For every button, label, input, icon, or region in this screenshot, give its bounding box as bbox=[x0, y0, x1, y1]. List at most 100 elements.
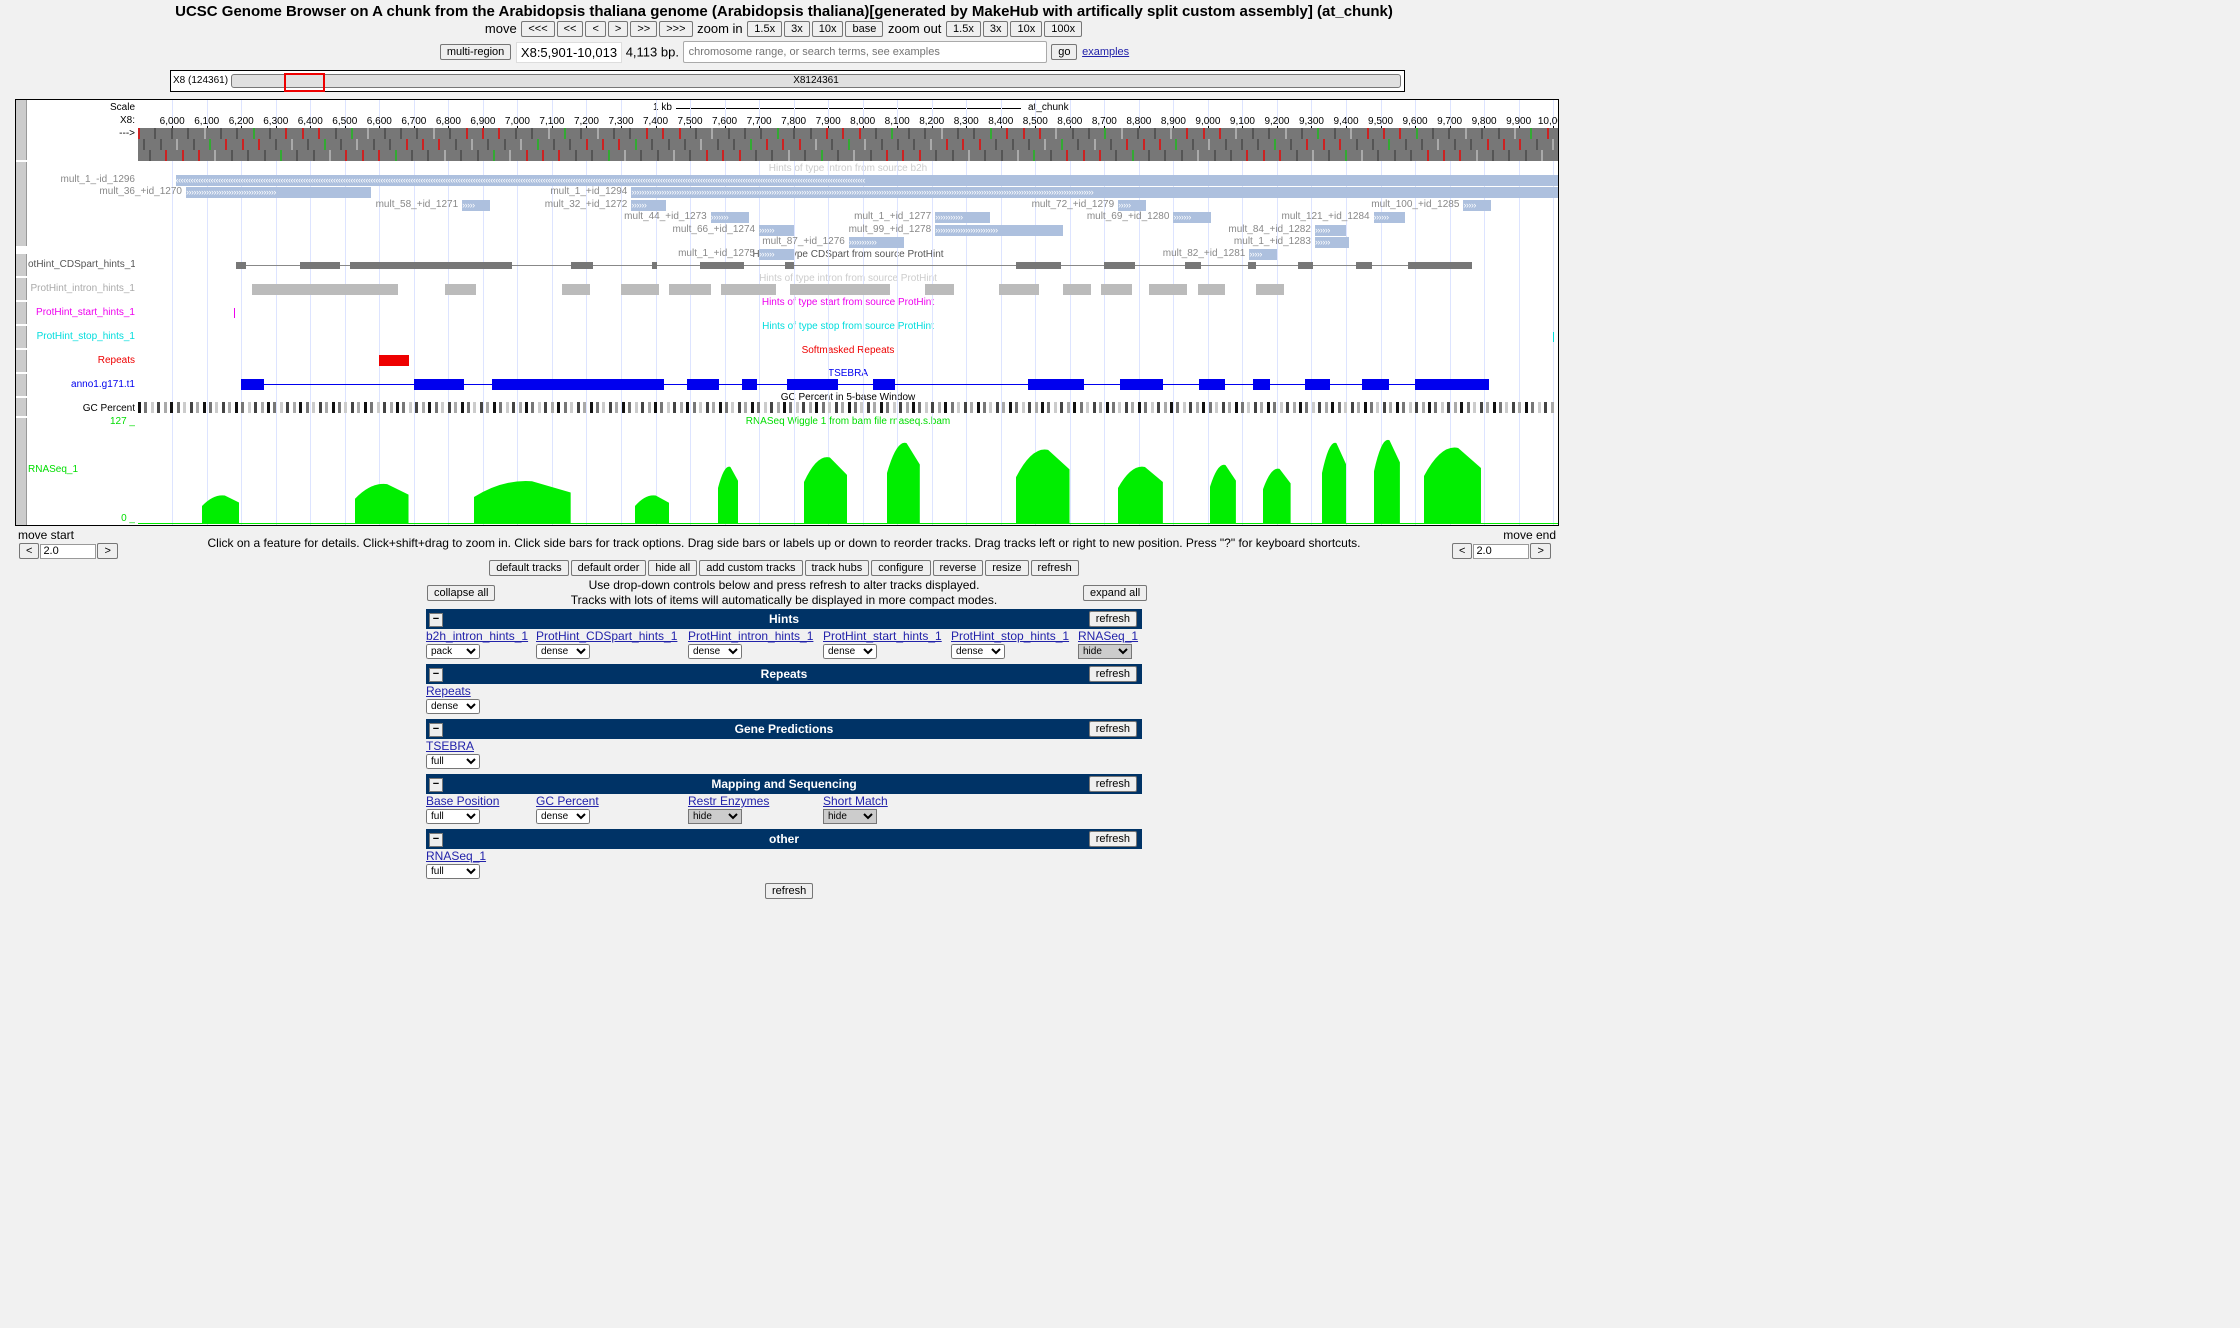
b2h-hint-label[interactable]: mult_66_+id_1274 bbox=[609, 224, 756, 235]
resize-button[interactable]: resize bbox=[985, 560, 1029, 576]
move-button-4[interactable]: >> bbox=[630, 20, 658, 37]
sidebar-b2h[interactable] bbox=[16, 162, 27, 246]
zoom-in-button-2[interactable]: 10x bbox=[811, 20, 844, 37]
rnaseq-coverage[interactable] bbox=[634, 424, 670, 524]
gene-exon[interactable] bbox=[786, 379, 839, 390]
track-link[interactable]: Base Position bbox=[426, 794, 499, 808]
b2h-hint[interactable]: ›››››› bbox=[1314, 224, 1346, 236]
track-data-area[interactable]: 1 kb at_chunk Hints of type intron from … bbox=[99, 100, 1558, 525]
ideogram-window[interactable] bbox=[283, 73, 325, 92]
gene-exon[interactable] bbox=[241, 379, 264, 390]
rnaseq-coverage[interactable] bbox=[1016, 424, 1070, 524]
track-link[interactable]: ProtHint_CDSpart_hints_1 bbox=[536, 629, 677, 643]
b2h-hint-label[interactable]: mult_82_+id_1281 bbox=[1099, 248, 1246, 259]
move-end-right-button[interactable]: > bbox=[1530, 543, 1551, 559]
b2h-hint-label[interactable]: mult_72_+id_1279 bbox=[968, 199, 1115, 210]
cds-hint[interactable] bbox=[784, 262, 794, 269]
b2h-hint[interactable]: ››››››››››› bbox=[935, 212, 991, 224]
b2h-hint[interactable]: ››››› bbox=[1118, 199, 1146, 211]
move-button-3[interactable]: > bbox=[607, 20, 629, 37]
b2h-hint[interactable]: ››››› bbox=[1463, 199, 1491, 211]
hide-all-button[interactable]: hide all bbox=[648, 560, 698, 576]
rnaseq-coverage[interactable] bbox=[1373, 424, 1400, 524]
track-mode-select[interactable]: dense bbox=[688, 644, 742, 659]
cds-hint[interactable] bbox=[1247, 262, 1257, 269]
intron-hint[interactable] bbox=[721, 284, 777, 295]
track-mode-select[interactable]: dense bbox=[951, 644, 1005, 659]
rnaseq-coverage[interactable] bbox=[355, 424, 409, 524]
track-label-b2h[interactable]: mult_1_-id_1296 bbox=[28, 174, 136, 185]
intron-hint[interactable] bbox=[999, 284, 1039, 295]
intron-hint[interactable] bbox=[1197, 284, 1226, 295]
intron-hint[interactable] bbox=[1100, 284, 1132, 295]
search-input[interactable] bbox=[682, 41, 1047, 63]
b2h-hint[interactable]: ››››››››››››››››››››››››››››››››››››››››… bbox=[631, 187, 1558, 199]
track-mode-select[interactable]: dense bbox=[426, 699, 480, 714]
cds-hint[interactable] bbox=[700, 262, 744, 269]
group-refresh-button[interactable]: refresh bbox=[1088, 831, 1137, 847]
track-mode-select[interactable]: full bbox=[426, 864, 480, 879]
b2h-hint[interactable]: ››››› bbox=[1249, 249, 1277, 261]
gene-exon[interactable] bbox=[1199, 379, 1226, 390]
zoom-out-button-3[interactable]: 100x bbox=[1044, 20, 1083, 37]
collapse-icon[interactable]: − bbox=[429, 833, 443, 847]
refresh-button[interactable]: refresh bbox=[1030, 560, 1079, 576]
track-label-intron[interactable]: ProtHint_intron_hints_1 bbox=[28, 283, 135, 294]
gene-exon[interactable] bbox=[1119, 379, 1164, 390]
track-label-gene[interactable]: anno1.g171.t1 bbox=[28, 379, 135, 390]
b2h-hint[interactable]: ‹‹‹‹‹‹‹‹‹‹‹‹‹‹‹‹‹‹‹‹‹‹‹‹‹‹‹‹‹‹‹‹‹‹‹‹‹‹‹‹… bbox=[175, 175, 1558, 186]
gene-exon[interactable] bbox=[873, 379, 896, 390]
b2h-hint-label[interactable]: mult_1_+id_1283 bbox=[1165, 236, 1311, 247]
sidebar-repeats[interactable] bbox=[16, 350, 27, 372]
gene-exon[interactable] bbox=[1304, 379, 1331, 390]
track-link[interactable]: Restr Enzymes bbox=[688, 794, 769, 808]
track-link[interactable]: GC Percent bbox=[536, 794, 599, 808]
sidebar-rnaseq[interactable] bbox=[16, 418, 27, 525]
move-button-1[interactable]: << bbox=[556, 20, 584, 37]
rnaseq-coverage[interactable] bbox=[803, 424, 848, 524]
cds-hint[interactable] bbox=[1297, 262, 1314, 269]
sidebar-start[interactable] bbox=[16, 302, 27, 324]
intron-hint[interactable] bbox=[924, 284, 955, 295]
zoom-out-button-0[interactable]: 1.5x bbox=[946, 20, 981, 37]
zoom-out-button-1[interactable]: 3x bbox=[982, 20, 1009, 37]
default-order-button[interactable]: default order bbox=[570, 560, 647, 576]
cds-hint[interactable] bbox=[236, 262, 247, 269]
rnaseq-coverage[interactable] bbox=[201, 424, 240, 524]
intron-hint[interactable] bbox=[562, 284, 590, 295]
track-link[interactable]: ProtHint_intron_hints_1 bbox=[688, 629, 813, 643]
stop-hint[interactable] bbox=[1553, 332, 1555, 342]
move-end-left-button[interactable]: < bbox=[1452, 543, 1473, 559]
intron-hint[interactable] bbox=[621, 284, 659, 295]
track-mode-select[interactable]: full bbox=[426, 809, 480, 824]
move-button-5[interactable]: >>> bbox=[659, 20, 693, 37]
intron-hint[interactable] bbox=[669, 284, 711, 295]
group-refresh-button[interactable]: refresh bbox=[1088, 611, 1137, 627]
configure-button[interactable]: configure bbox=[871, 560, 931, 576]
rnaseq-coverage[interactable] bbox=[1118, 424, 1164, 524]
collapse-icon[interactable]: − bbox=[429, 723, 443, 737]
group-refresh-button[interactable]: refresh bbox=[1088, 776, 1137, 792]
cds-hint[interactable] bbox=[1356, 262, 1372, 269]
track-image[interactable]: Scale X8: ---> mult_1_-id_1296 otHint_CD… bbox=[15, 99, 1559, 526]
intron-hint[interactable] bbox=[790, 284, 891, 295]
track-link[interactable]: Short Match bbox=[823, 794, 888, 808]
intron-hint[interactable] bbox=[1149, 284, 1188, 295]
expand-all-button[interactable]: expand all bbox=[1083, 585, 1148, 601]
b2h-hint[interactable]: ›››››› bbox=[759, 249, 794, 261]
gene-exon[interactable] bbox=[1361, 379, 1390, 390]
b2h-hint-label[interactable]: mult_99_+id_1278 bbox=[785, 224, 932, 235]
track-hubs-button[interactable]: track hubs bbox=[804, 560, 870, 576]
collapse-icon[interactable]: − bbox=[429, 668, 443, 682]
sidebar-gene[interactable] bbox=[16, 374, 27, 396]
track-link[interactable]: TSEBRA bbox=[426, 739, 480, 753]
b2h-hint-label[interactable]: mult_36_+id_1270 bbox=[36, 186, 182, 197]
reverse-button[interactable]: reverse bbox=[932, 560, 984, 576]
sidebar-ruler[interactable] bbox=[16, 100, 27, 160]
b2h-hint[interactable]: ›››››› bbox=[631, 199, 666, 211]
track-label-cds[interactable]: otHint_CDSpart_hints_1 bbox=[28, 259, 135, 270]
gene-exon[interactable] bbox=[1252, 379, 1271, 390]
track-mode-select[interactable]: full bbox=[426, 754, 480, 769]
b2h-hint[interactable]: ›››››› bbox=[1373, 212, 1405, 224]
move-button-2[interactable]: < bbox=[585, 20, 606, 37]
